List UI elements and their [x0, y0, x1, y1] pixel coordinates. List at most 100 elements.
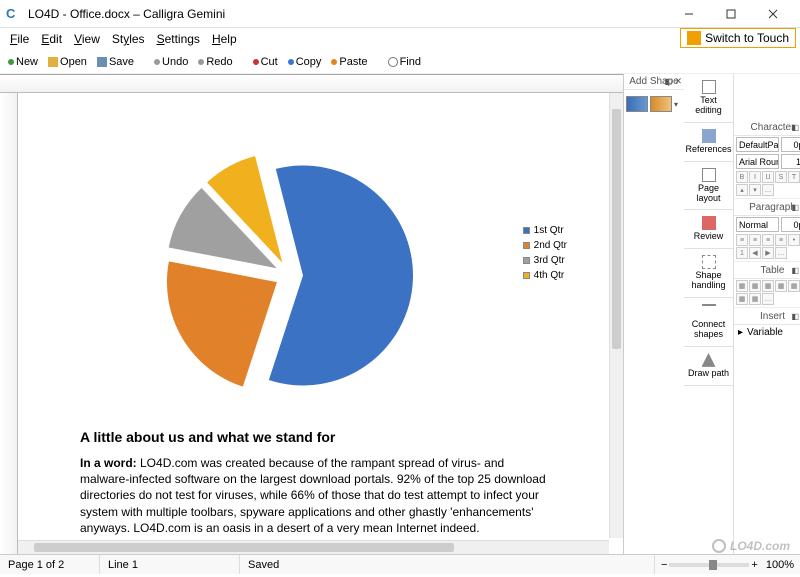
text-color-button[interactable]: T [788, 171, 800, 183]
tab-connect-shapes[interactable]: Connect shapes [684, 298, 733, 347]
find-button[interactable]: Find [384, 54, 425, 70]
vertical-scrollbar-thumb[interactable] [612, 109, 621, 349]
zoom-slider-knob[interactable] [709, 560, 717, 570]
copy-button[interactable]: Copy [284, 54, 326, 70]
font-family-combo[interactable]: Arial Rounded MT Bold [736, 154, 779, 169]
insert-title: Insert◧✕ [734, 309, 800, 325]
new-button[interactable]: New [4, 54, 42, 70]
tab-review[interactable]: Review [684, 210, 733, 249]
table-btn-3[interactable]: ▦ [762, 280, 774, 292]
close-button[interactable] [752, 1, 794, 27]
zoom-slider[interactable] [669, 563, 749, 567]
para-spacing-spin[interactable]: 0pt [781, 217, 800, 232]
strike-button[interactable]: S [775, 171, 787, 183]
insert-variable-row[interactable]: ▸ Variable … [734, 325, 800, 340]
tab-text-editing[interactable]: Text editing [684, 74, 733, 123]
horizontal-scrollbar-thumb[interactable] [34, 543, 454, 552]
close-panel-icon[interactable]: ✕ [674, 76, 682, 87]
shape-swatch-2[interactable] [650, 96, 672, 112]
zoom-in-button[interactable]: + [751, 559, 757, 571]
copy-icon [288, 59, 294, 65]
align-right-button[interactable]: ≡ [762, 234, 774, 246]
main-area: 1st Qtr2nd Qtr3rd Qtr4th Qtr A little ab… [0, 74, 800, 554]
document-canvas[interactable]: 1st Qtr2nd Qtr3rd Qtr4th Qtr A little ab… [0, 74, 623, 554]
touch-icon [687, 31, 701, 45]
indent-dec-button[interactable]: ◀ [749, 247, 761, 259]
shape-dropdown-icon[interactable]: ▾ [674, 100, 682, 109]
font-size-spin[interactable]: 12 [781, 154, 800, 169]
legend-item: 4th Qtr [523, 270, 567, 281]
cut-button[interactable]: Cut [249, 54, 282, 70]
detach-icon[interactable]: ◧ [791, 203, 799, 212]
list-num-button[interactable]: 1 [736, 247, 748, 259]
paste-icon [331, 59, 337, 65]
horizontal-scrollbar[interactable] [18, 540, 609, 554]
status-line: Line 1 [100, 555, 240, 574]
bold-button[interactable]: B [736, 171, 748, 183]
zoom-out-button[interactable]: − [661, 559, 667, 571]
maximize-button[interactable] [710, 1, 752, 27]
sub-button[interactable]: ▾ [749, 184, 761, 196]
font-style-combo[interactable]: DefaultParagraphFont [736, 137, 779, 152]
switch-to-touch-label: Switch to Touch [705, 31, 789, 45]
menu-edit[interactable]: Edit [35, 30, 68, 48]
open-button[interactable]: Open [44, 54, 91, 70]
vertical-ruler [0, 93, 18, 554]
status-page: Page 1 of 2 [0, 555, 100, 574]
find-label: Find [400, 56, 421, 68]
paragraph-style-combo[interactable]: Normal [736, 217, 779, 232]
indent-inc-button[interactable]: ▶ [762, 247, 774, 259]
table-btn-7[interactable]: ▦ [749, 293, 761, 305]
tab-references[interactable]: References [684, 123, 733, 162]
shape-swatch-1[interactable] [626, 96, 648, 112]
more-char-button[interactable]: … [762, 184, 774, 196]
add-shape-title: Add Shape ◧ ✕ [624, 74, 684, 90]
menu-settings[interactable]: Settings [151, 30, 206, 48]
table-btn-6[interactable]: ▦ [736, 293, 748, 305]
legend-swatch [523, 257, 530, 264]
properties-panel: Character◧✕ DefaultParagraphFont 0pt Ari… [734, 74, 800, 554]
undo-button[interactable]: Undo [150, 54, 192, 70]
table-btn-4[interactable]: ▦ [775, 280, 787, 292]
align-left-button[interactable]: ≡ [736, 234, 748, 246]
menu-view[interactable]: View [68, 30, 106, 48]
table-btn-2[interactable]: ▦ [749, 280, 761, 292]
watermark-text: LO4D.com [730, 539, 790, 553]
detach-icon[interactable]: ◧ [791, 123, 799, 132]
connect-shapes-icon [702, 304, 716, 318]
tab-draw-path[interactable]: Draw path [684, 347, 733, 386]
more-table-button[interactable]: … [762, 293, 774, 305]
cut-icon [253, 59, 259, 65]
document-paragraph: In a word: LO4D.com was created because … [80, 455, 547, 536]
align-center-button[interactable]: ≡ [749, 234, 761, 246]
save-button[interactable]: Save [93, 54, 138, 70]
legend-label: 3rd Qtr [534, 255, 565, 266]
insert-title-label: Insert [760, 311, 785, 322]
super-button[interactable]: ▴ [736, 184, 748, 196]
detach-icon[interactable]: ◧ [664, 77, 672, 86]
align-justify-button[interactable]: ≡ [775, 234, 787, 246]
table-btn-1[interactable]: ▦ [736, 280, 748, 292]
char-spacing-spin[interactable]: 0pt [781, 137, 800, 152]
menu-styles[interactable]: Styles [106, 30, 151, 48]
tab-shape-handling[interactable]: Shape handling [684, 249, 733, 298]
minimize-button[interactable] [668, 1, 710, 27]
paste-button[interactable]: Paste [327, 54, 371, 70]
table-btn-5[interactable]: ▦ [788, 280, 800, 292]
switch-to-touch-button[interactable]: Switch to Touch [680, 28, 796, 48]
open-label: Open [60, 56, 87, 68]
vertical-scrollbar[interactable] [609, 93, 623, 538]
pie-chart[interactable] [154, 145, 474, 415]
tab-page-layout[interactable]: Page layout [684, 162, 733, 211]
list-bullet-button[interactable]: • [788, 234, 800, 246]
detach-icon[interactable]: ◧ [791, 266, 799, 275]
paste-label: Paste [339, 56, 367, 68]
detach-icon[interactable]: ◧ [791, 312, 799, 321]
italic-button[interactable]: I [749, 171, 761, 183]
menu-file[interactable]: File [4, 30, 35, 48]
document-page[interactable]: 1st Qtr2nd Qtr3rd Qtr4th Qtr A little ab… [20, 95, 607, 554]
menu-help[interactable]: Help [206, 30, 243, 48]
underline-button[interactable]: U [762, 171, 774, 183]
redo-button[interactable]: Redo [194, 54, 236, 70]
more-para-button[interactable]: … [775, 247, 787, 259]
